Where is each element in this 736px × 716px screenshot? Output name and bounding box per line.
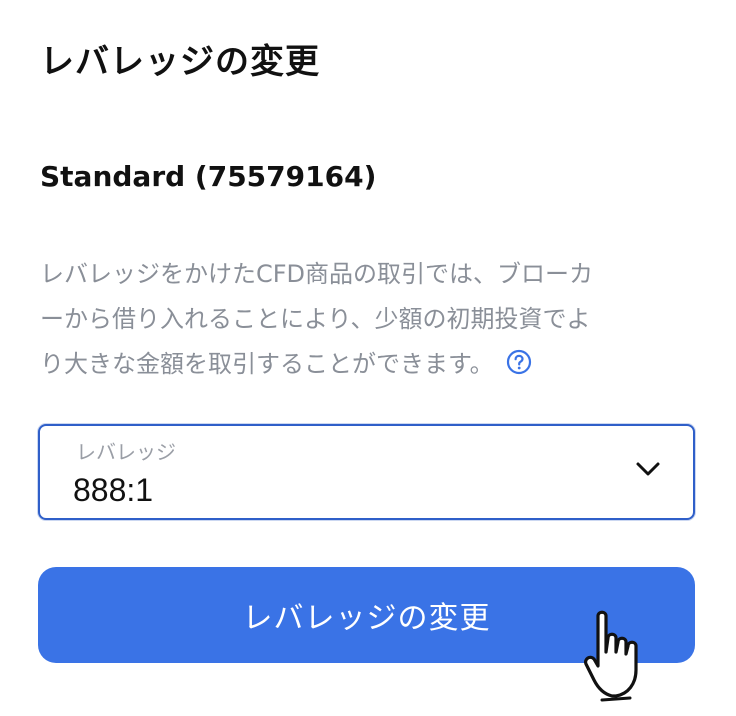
description-line-1: レバレッジをかけたCFD商品の取引では、ブローカ xyxy=(40,260,594,288)
question-circle-icon[interactable] xyxy=(506,349,532,375)
hand-pointer-icon xyxy=(584,610,638,702)
description-line-2: ーから借り入れることにより、少額の初期投資でよ xyxy=(40,305,591,333)
leverage-description: レバレッジをかけたCFD商品の取引では、ブローカ ーから借り入れることにより、少… xyxy=(40,252,700,387)
description-line-3: り大きな金額を取引することができます。 xyxy=(40,342,700,387)
account-label: Standard (75579164) xyxy=(40,160,377,193)
leverage-select-value: 888:1 xyxy=(73,472,154,508)
description-line-3-text: り大きな金額を取引することができます。 xyxy=(40,350,494,378)
page-title: レバレッジの変更 xyxy=(40,42,320,82)
leverage-select[interactable]: レバレッジ 888:1 xyxy=(38,424,695,520)
leverage-select-label: レバレッジ xyxy=(76,440,176,464)
change-leverage-button-label: レバレッジの変更 xyxy=(242,602,491,635)
chevron-down-icon[interactable] xyxy=(635,460,661,478)
